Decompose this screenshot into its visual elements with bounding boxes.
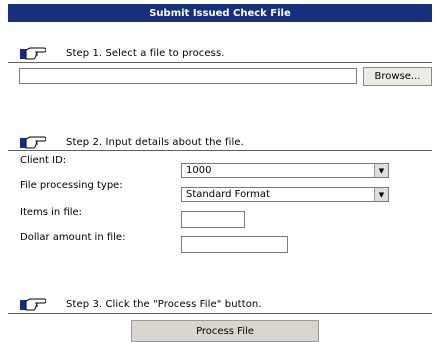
file-processing-type-value: Standard Format	[186, 189, 270, 200]
process-file-button[interactable]: Process File	[131, 320, 319, 342]
chevron-down-icon[interactable]: ▼	[374, 164, 388, 177]
client-id-label: Client ID:	[20, 155, 67, 166]
pointing-hand-icon	[20, 298, 46, 311]
step-3: Step 3. Click the "Process File" button.	[20, 297, 262, 311]
browse-button[interactable]: Browse...	[363, 67, 432, 86]
divider	[8, 150, 432, 151]
step-2: Step 2. Input details about the file.	[20, 135, 244, 149]
dollar-amount-input[interactable]	[181, 236, 288, 253]
file-processing-type-select[interactable]: Standard Format ▼	[181, 187, 389, 202]
divider	[8, 62, 432, 63]
divider	[8, 313, 432, 314]
items-in-file-label: Items in file:	[20, 207, 83, 218]
page-title: Submit Issued Check File	[8, 4, 432, 22]
step-3-text: Step 3. Click the "Process File" button.	[66, 298, 262, 310]
items-in-file-input[interactable]	[181, 211, 245, 228]
step-2-text: Step 2. Input details about the file.	[66, 136, 244, 148]
step-1: Step 1. Select a file to process.	[20, 46, 225, 60]
dollar-amount-label: Dollar amount in file:	[20, 232, 126, 243]
pointing-hand-icon	[20, 47, 46, 60]
client-id-select[interactable]: 1000 ▼	[181, 163, 389, 178]
chevron-down-icon[interactable]: ▼	[374, 188, 388, 201]
pointing-hand-icon	[20, 136, 46, 149]
file-path-input[interactable]	[19, 68, 357, 84]
file-processing-type-label: File processing type:	[20, 180, 123, 191]
client-id-value: 1000	[186, 165, 212, 176]
step-1-text: Step 1. Select a file to process.	[66, 47, 225, 59]
